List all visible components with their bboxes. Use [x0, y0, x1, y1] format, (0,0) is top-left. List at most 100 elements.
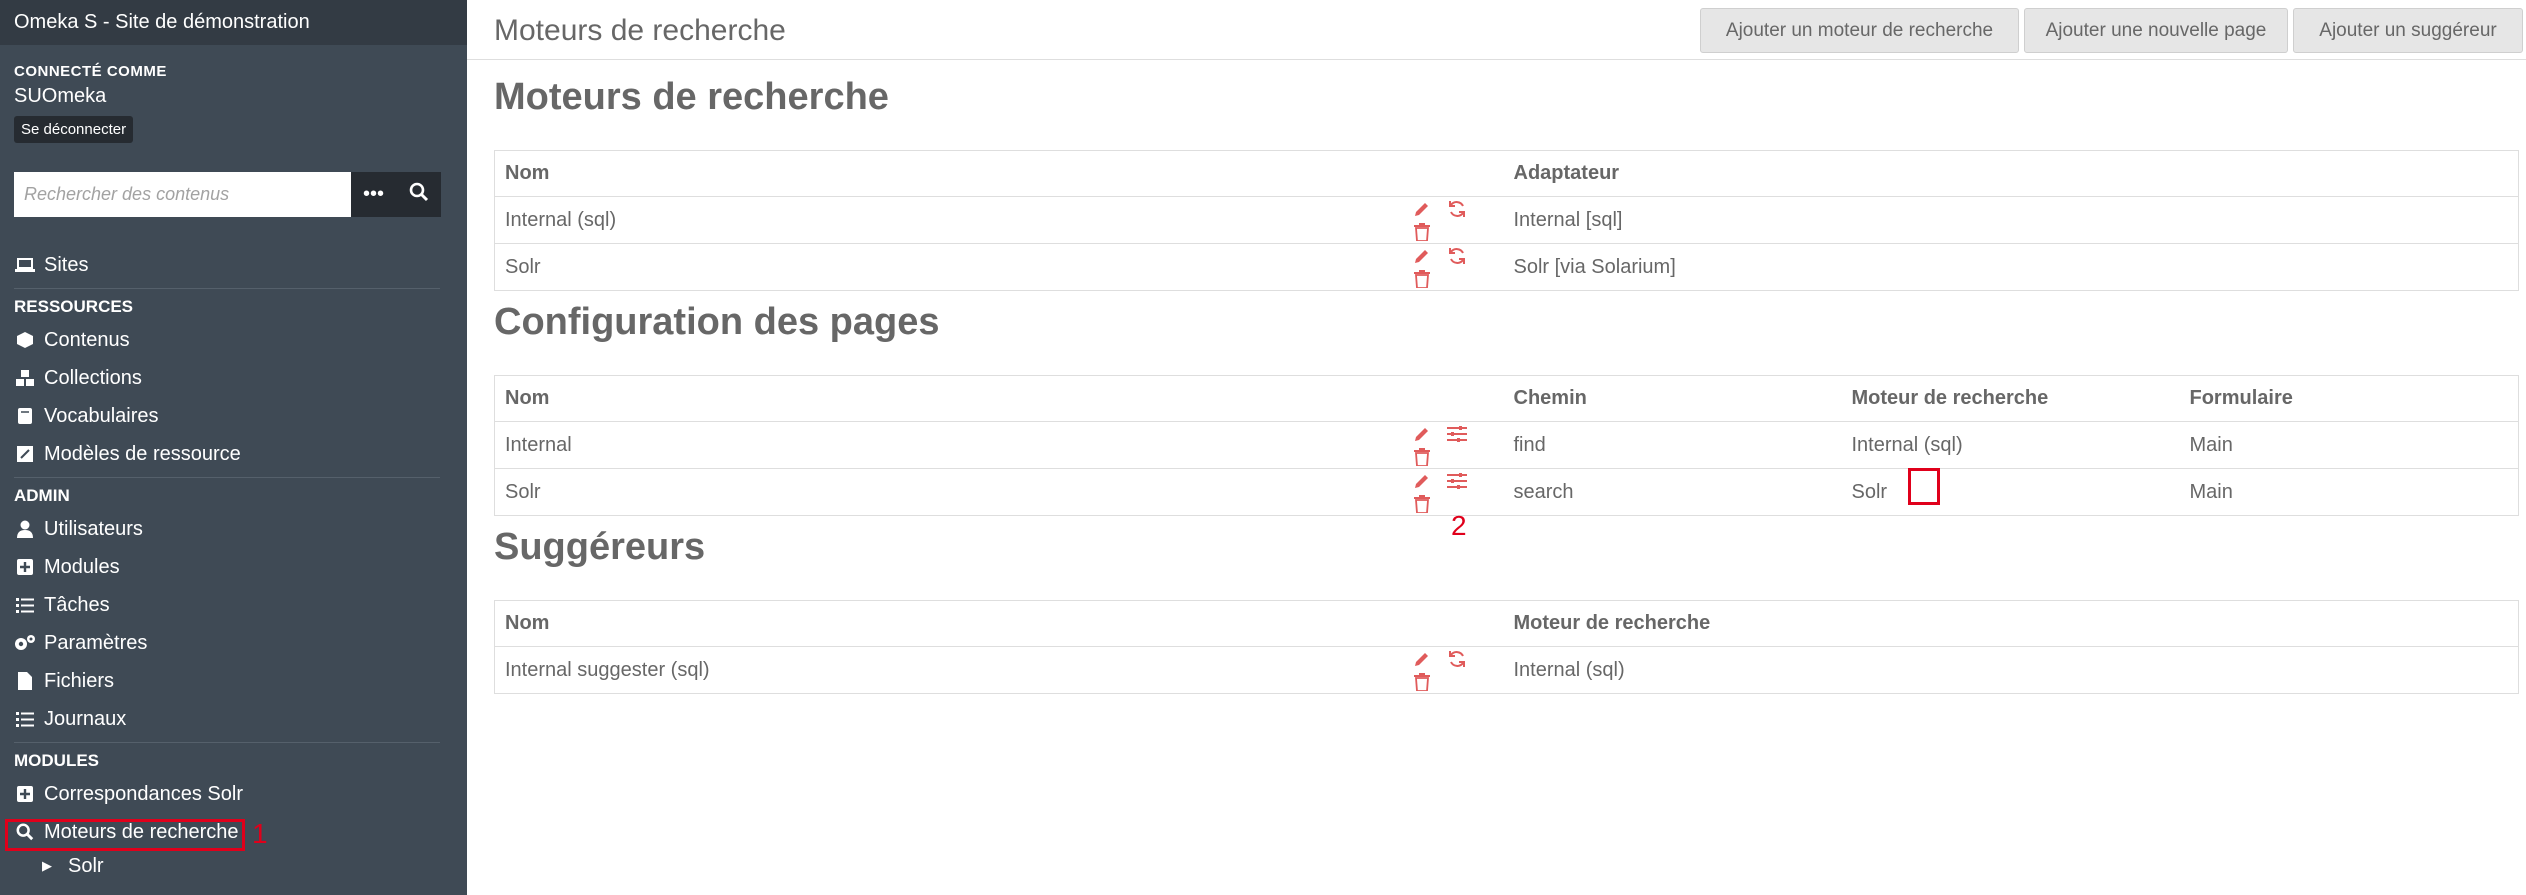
- pencil-icon[interactable]: [1408, 197, 1437, 220]
- main-content: Moteurs de recherche Ajouter un moteur d…: [467, 0, 2526, 895]
- sidebar: Omeka S - Site de démonstration CONNECTÉ…: [0, 0, 467, 895]
- trash-icon[interactable]: [1408, 670, 1437, 693]
- plus-square-icon: [14, 785, 36, 803]
- pencil-icon[interactable]: [1408, 647, 1437, 670]
- col-name: Nom: [494, 150, 1408, 197]
- engine-adapter: Internal [sql]: [1503, 196, 2519, 244]
- page-engine: Solr: [1841, 468, 2180, 516]
- trash-icon[interactable]: [1408, 445, 1437, 468]
- cube-icon: [14, 331, 36, 349]
- col-adapter: Adaptateur: [1503, 150, 2519, 197]
- suggesters-table: Nom Moteur de recherche Internal suggest…: [494, 600, 2519, 694]
- nav-jobs-label: Tâches: [44, 593, 110, 616]
- site-title[interactable]: Omeka S - Site de démonstration: [0, 0, 467, 45]
- user-icon: [14, 520, 36, 538]
- nav-collections-label: Collections: [44, 366, 142, 389]
- nav-sites-label: Sites: [44, 253, 89, 276]
- nav-assets[interactable]: Fichiers: [0, 662, 440, 700]
- section-resources: RESSOURCES: [14, 297, 134, 316]
- refresh-icon[interactable]: [1442, 244, 1471, 267]
- table-row: Solr search Solr Main: [494, 468, 2519, 516]
- nav-settings-label: Paramètres: [44, 631, 148, 654]
- connected-label: CONNECTÉ COMME: [14, 63, 167, 80]
- search-input[interactable]: [14, 172, 351, 217]
- col-form: Formulaire: [2179, 375, 2519, 422]
- search-button[interactable]: [396, 172, 441, 217]
- edit-icon: [14, 445, 36, 463]
- user-panel: CONNECTÉ COMME SUOmeka Se déconnecter: [0, 45, 467, 143]
- nav-items-label: Contenus: [44, 328, 130, 351]
- add-suggester-button[interactable]: Ajouter un suggéreur: [2293, 8, 2523, 53]
- row-actions: [1407, 243, 1504, 291]
- step-marker-2: 2: [1451, 510, 1467, 541]
- table-header: Nom Moteur de recherche: [494, 600, 2519, 647]
- caret-right-icon: ▶: [42, 858, 52, 873]
- nav-vocabularies[interactable]: Vocabulaires: [0, 397, 440, 435]
- sliders-icon[interactable]: [1442, 469, 1471, 492]
- book-icon: [14, 407, 36, 425]
- cubes-icon: [14, 369, 36, 387]
- username[interactable]: SUOmeka: [14, 85, 453, 108]
- sliders-icon[interactable]: [1442, 422, 1471, 445]
- add-search-engine-button[interactable]: Ajouter un moteur de recherche: [1700, 8, 2019, 53]
- trash-icon[interactable]: [1408, 267, 1437, 290]
- section-modules: MODULES: [14, 751, 99, 770]
- trash-icon[interactable]: [1408, 220, 1437, 243]
- nav-users-label: Utilisateurs: [44, 517, 143, 540]
- add-page-button[interactable]: Ajouter une nouvelle page: [2024, 8, 2288, 53]
- table-row: Internal (sql) Internal [sql]: [494, 196, 2519, 244]
- table-row: Internal suggester (sql) Internal (sql): [494, 646, 2519, 694]
- highlight-box-1: [5, 819, 245, 851]
- nav-jobs[interactable]: Tâches: [0, 586, 440, 624]
- col-actions: [1407, 150, 1504, 197]
- nav-collections[interactable]: Collections: [0, 359, 440, 397]
- advanced-search-button[interactable]: •••: [351, 172, 396, 217]
- pencil-icon[interactable]: [1408, 422, 1437, 445]
- nav-solr-mappings[interactable]: Correspondances Solr: [0, 775, 440, 813]
- pencil-icon[interactable]: [1408, 469, 1437, 492]
- main-nav: Sites RESSOURCES Contenus Collections Vo…: [0, 246, 440, 881]
- refresh-icon[interactable]: [1442, 197, 1471, 220]
- nav-logs-label: Journaux: [44, 707, 127, 730]
- refresh-icon[interactable]: [1442, 647, 1471, 670]
- nav-resource-templates[interactable]: Modèles de ressource: [0, 435, 440, 473]
- nav-settings[interactable]: Paramètres: [0, 624, 440, 662]
- page-engine: Internal (sql): [1841, 421, 2180, 469]
- row-actions: [1407, 421, 1504, 469]
- col-engine: Moteur de recherche: [1841, 375, 2180, 422]
- trash-icon[interactable]: [1408, 492, 1437, 515]
- table-row: Internal find Internal (sql) Main: [494, 421, 2519, 469]
- nav-sites[interactable]: Sites: [0, 246, 440, 284]
- search-form: •••: [14, 172, 441, 217]
- tasks-icon: [14, 597, 36, 613]
- nav-assets-label: Fichiers: [44, 669, 115, 692]
- nav-logs[interactable]: Journaux: [0, 700, 440, 738]
- engine-adapter: Solr [via Solarium]: [1503, 243, 2519, 291]
- nav-sub-solr-label: Solr: [68, 854, 104, 877]
- nav-resource-templates-label: Modèles de ressource: [44, 442, 241, 465]
- engines-heading: Moteurs de recherche: [494, 76, 889, 118]
- nav-modules[interactable]: Modules: [0, 548, 440, 586]
- nav-users[interactable]: Utilisateurs: [0, 510, 440, 548]
- table-header: Nom Adaptateur: [494, 150, 2519, 197]
- nav-solr-mappings-label: Correspondances Solr: [44, 782, 243, 805]
- page-header: Moteurs de recherche Ajouter un moteur d…: [467, 0, 2526, 60]
- search-icon: [409, 182, 429, 208]
- list-icon: [14, 711, 36, 727]
- plus-square-icon: [14, 558, 36, 576]
- row-actions: [1407, 468, 1504, 516]
- section-admin: ADMIN: [14, 486, 70, 505]
- col-actions: [1407, 600, 1504, 647]
- col-engine: Moteur de recherche: [1503, 600, 2519, 647]
- col-name: Nom: [494, 375, 1408, 422]
- logout-button[interactable]: Se déconnecter: [14, 116, 134, 143]
- row-actions: [1407, 196, 1504, 244]
- engines-table: Nom Adaptateur Internal (sql) Internal […: [494, 150, 2519, 291]
- nav-sub-solr[interactable]: ▶ Solr: [0, 851, 440, 881]
- pencil-icon[interactable]: [1408, 244, 1437, 267]
- pages-table: Nom Chemin Moteur de recherche Formulair…: [494, 375, 2519, 516]
- nav-vocabularies-label: Vocabulaires: [44, 404, 159, 427]
- laptop-icon: [14, 257, 36, 273]
- nav-items[interactable]: Contenus: [0, 321, 440, 359]
- file-icon: [14, 672, 36, 690]
